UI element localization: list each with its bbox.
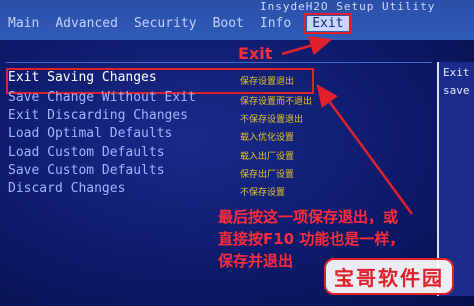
instruction-line-1: 最后按这一项保存退出，或 (218, 208, 399, 226)
arrow-to-exit-saving (316, 83, 414, 215)
arrow-to-exit-tab (281, 36, 333, 56)
instruction-line-2: 直接按F10 功能也是一样， (218, 230, 405, 248)
watermark-logo: 宝哥软件园 (324, 258, 454, 295)
